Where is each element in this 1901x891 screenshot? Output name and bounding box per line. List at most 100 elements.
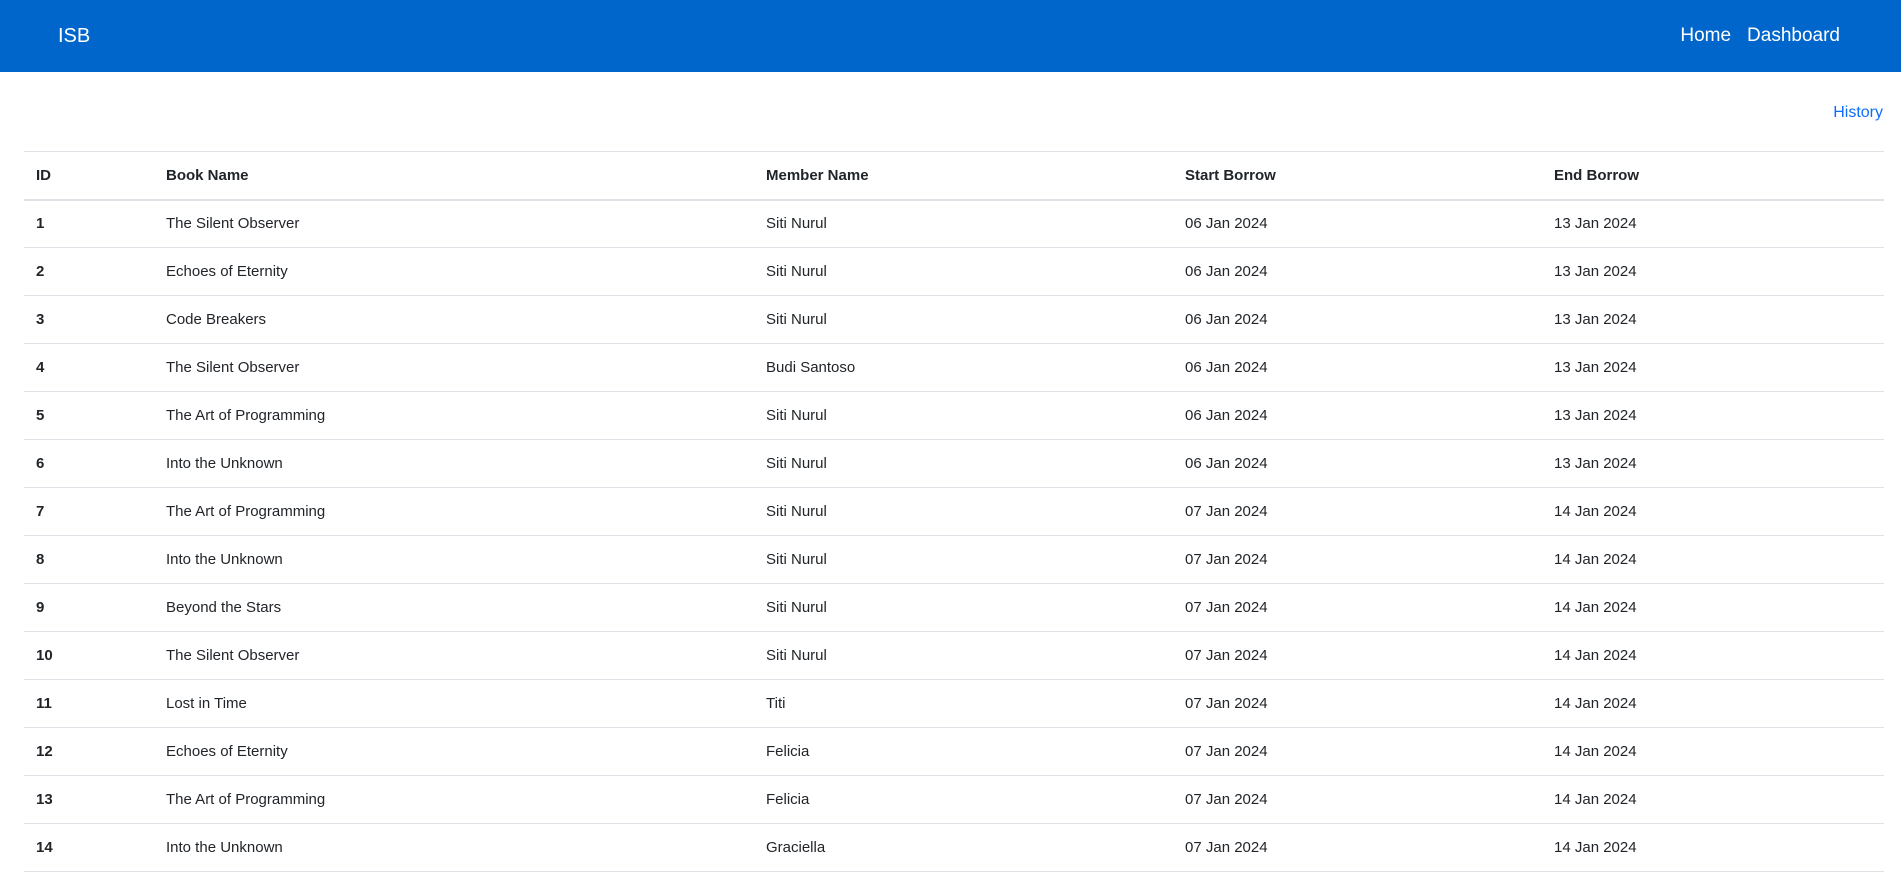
cell-end-borrow: 14 Jan 2024 [1554, 551, 1637, 568]
cell-member-name: Siti Nurul [766, 311, 827, 328]
header-row: ID Book Name Member Name Start Borrow En… [24, 151, 1884, 200]
cell-book-name: Lost in Time [166, 695, 247, 712]
cell-start-borrow: 07 Jan 2024 [1185, 551, 1268, 568]
cell-member-name: Siti Nurul [766, 263, 827, 280]
table-row: 14 Into the Unknown Graciella 07 Jan 2024 14… [24, 824, 1884, 872]
cell-id: 9 [36, 599, 45, 616]
cell-end-borrow: 14 Jan 2024 [1554, 695, 1637, 712]
cell-id: 13 [36, 791, 53, 808]
cell-start-borrow: 06 Jan 2024 [1185, 455, 1268, 472]
cell-start-borrow: 06 Jan 2024 [1185, 263, 1268, 280]
table-row: 9 Beyond the Stars Siti Nurul 07 Jan 2024 14… [24, 584, 1884, 632]
cell-start-borrow: 06 Jan 2024 [1185, 215, 1268, 233]
actions-bar: History [24, 72, 1884, 151]
cell-start-borrow: 07 Jan 2024 [1185, 839, 1268, 856]
nav-link-dashboard[interactable]: Dashboard [1747, 25, 1840, 47]
table-row: 4 The Silent Observer Budi Santoso 06 Jan 2… [24, 344, 1884, 392]
top-navbar: ISB Home Dashboard [0, 0, 1901, 72]
cell-id: 2 [36, 263, 45, 280]
cell-book-name: The Art of Programming [166, 407, 326, 424]
history-link[interactable]: History [1833, 104, 1883, 122]
header-member-name: Member Name [766, 166, 869, 184]
cell-start-borrow: 07 Jan 2024 [1185, 647, 1268, 664]
table-body: 1 The Silent Observer Siti Nurul 06 Jan 202… [24, 200, 1884, 872]
cell-book-name: Code Breakers [166, 311, 267, 328]
cell-book-name: Beyond the Stars [166, 599, 282, 616]
cell-member-name: Siti Nurul [766, 407, 827, 424]
table-row: 1 The Silent Observer Siti Nurul 06 Jan 202… [24, 200, 1884, 248]
cell-book-name: The Silent Observer [166, 647, 300, 664]
cell-member-name: Graciella [766, 839, 826, 856]
cell-end-borrow: 13 Jan 2024 [1554, 455, 1637, 472]
cell-end-borrow: 14 Jan 2024 [1554, 791, 1637, 808]
cell-book-name: Echoes of Eternity [166, 263, 288, 280]
cell-book-name: The Art of Programming [166, 791, 326, 808]
cell-end-borrow: 14 Jan 2024 [1554, 839, 1637, 856]
main-content: History ID Book Name Member Name Start B… [0, 72, 1901, 872]
cell-id: 14 [36, 839, 53, 856]
cell-start-borrow: 07 Jan 2024 [1185, 599, 1268, 616]
cell-id: 3 [36, 311, 45, 328]
cell-start-borrow: 06 Jan 2024 [1185, 311, 1268, 328]
cell-id: 1 [36, 215, 45, 233]
cell-book-name: Into the Unknown [166, 839, 283, 856]
cell-member-name: Siti Nurul [766, 455, 827, 472]
table-row: 6 Into the Unknown Siti Nurul 06 Jan 2024 13… [24, 440, 1884, 488]
header-end-borrow: End Borrow [1554, 166, 1639, 184]
cell-id: 11 [36, 695, 52, 712]
cell-member-name: Siti Nurul [766, 599, 827, 616]
cell-end-borrow: 13 Jan 2024 [1554, 311, 1637, 328]
cell-end-borrow: 13 Jan 2024 [1554, 407, 1637, 424]
cell-start-borrow: 07 Jan 2024 [1185, 503, 1268, 520]
table-row: 11 Lost in Time Titi 07 Jan 2024 14 Jan 2024 [24, 680, 1884, 728]
cell-book-name: Into the Unknown [166, 455, 283, 472]
cell-member-name: Felicia [766, 743, 810, 760]
cell-member-name: Siti Nurul [766, 503, 827, 520]
cell-start-borrow: 07 Jan 2024 [1185, 695, 1268, 712]
table-row: 12 Echoes of Eternity Felicia 07 Jan 2024 14… [24, 728, 1884, 776]
brand-link[interactable]: ISB [58, 25, 90, 48]
cell-id: 8 [36, 551, 45, 568]
cell-id: 6 [36, 455, 45, 472]
cell-end-borrow: 13 Jan 2024 [1554, 215, 1637, 233]
borrow-table: ID Book Name Member Name Start Borrow En… [24, 151, 1884, 872]
table-row: 2 Echoes of Eternity Siti Nurul 06 Jan 2024… [24, 248, 1884, 296]
cell-book-name: The Silent Observer [166, 359, 300, 376]
cell-start-borrow: 07 Jan 2024 [1185, 743, 1268, 760]
cell-id: 5 [36, 407, 45, 424]
cell-id: 12 [36, 743, 53, 760]
table-header: ID Book Name Member Name Start Borrow En… [24, 151, 1884, 200]
cell-book-name: Echoes of Eternity [166, 743, 288, 760]
cell-start-borrow: 07 Jan 2024 [1185, 791, 1268, 808]
cell-end-borrow: 13 Jan 2024 [1554, 263, 1637, 280]
cell-end-borrow: 14 Jan 2024 [1554, 647, 1637, 664]
nav-links: Home Dashboard [1680, 25, 1840, 47]
cell-member-name: Felicia [766, 791, 810, 808]
cell-start-borrow: 06 Jan 2024 [1185, 407, 1268, 424]
cell-member-name: Siti Nurul [766, 215, 827, 233]
header-id: ID [36, 166, 51, 184]
table-row: 10 The Silent Observer Siti Nurul 07 Jan 20… [24, 632, 1884, 680]
cell-start-borrow: 06 Jan 2024 [1185, 359, 1268, 376]
cell-end-borrow: 14 Jan 2024 [1554, 599, 1637, 616]
header-start-borrow: Start Borrow [1185, 166, 1276, 184]
cell-end-borrow: 14 Jan 2024 [1554, 503, 1637, 520]
cell-book-name: Into the Unknown [166, 551, 283, 568]
cell-id: 7 [36, 503, 45, 520]
table-row: 13 The Art of Programming Felicia 07 Jan 20… [24, 776, 1884, 824]
cell-end-borrow: 13 Jan 2024 [1554, 359, 1637, 376]
table-row: 3 Code Breakers Siti Nurul 06 Jan 2024 13 Ja… [24, 296, 1884, 344]
cell-id: 10 [36, 647, 53, 664]
cell-book-name: The Art of Programming [166, 503, 326, 520]
header-book-name: Book Name [166, 166, 249, 184]
table-row: 8 Into the Unknown Siti Nurul 07 Jan 2024 14… [24, 536, 1884, 584]
nav-link-home[interactable]: Home [1680, 25, 1731, 47]
cell-member-name: Titi [766, 695, 786, 712]
cell-member-name: Siti Nurul [766, 551, 827, 568]
table-row: 5 The Art of Programming Siti Nurul 06 Jan … [24, 392, 1884, 440]
cell-book-name: The Silent Observer [166, 215, 300, 233]
table-row: 7 The Art of Programming Siti Nurul 07 Jan … [24, 488, 1884, 536]
cell-end-borrow: 14 Jan 2024 [1554, 743, 1637, 760]
cell-id: 4 [36, 359, 45, 376]
cell-member-name: Budi Santoso [766, 359, 856, 376]
